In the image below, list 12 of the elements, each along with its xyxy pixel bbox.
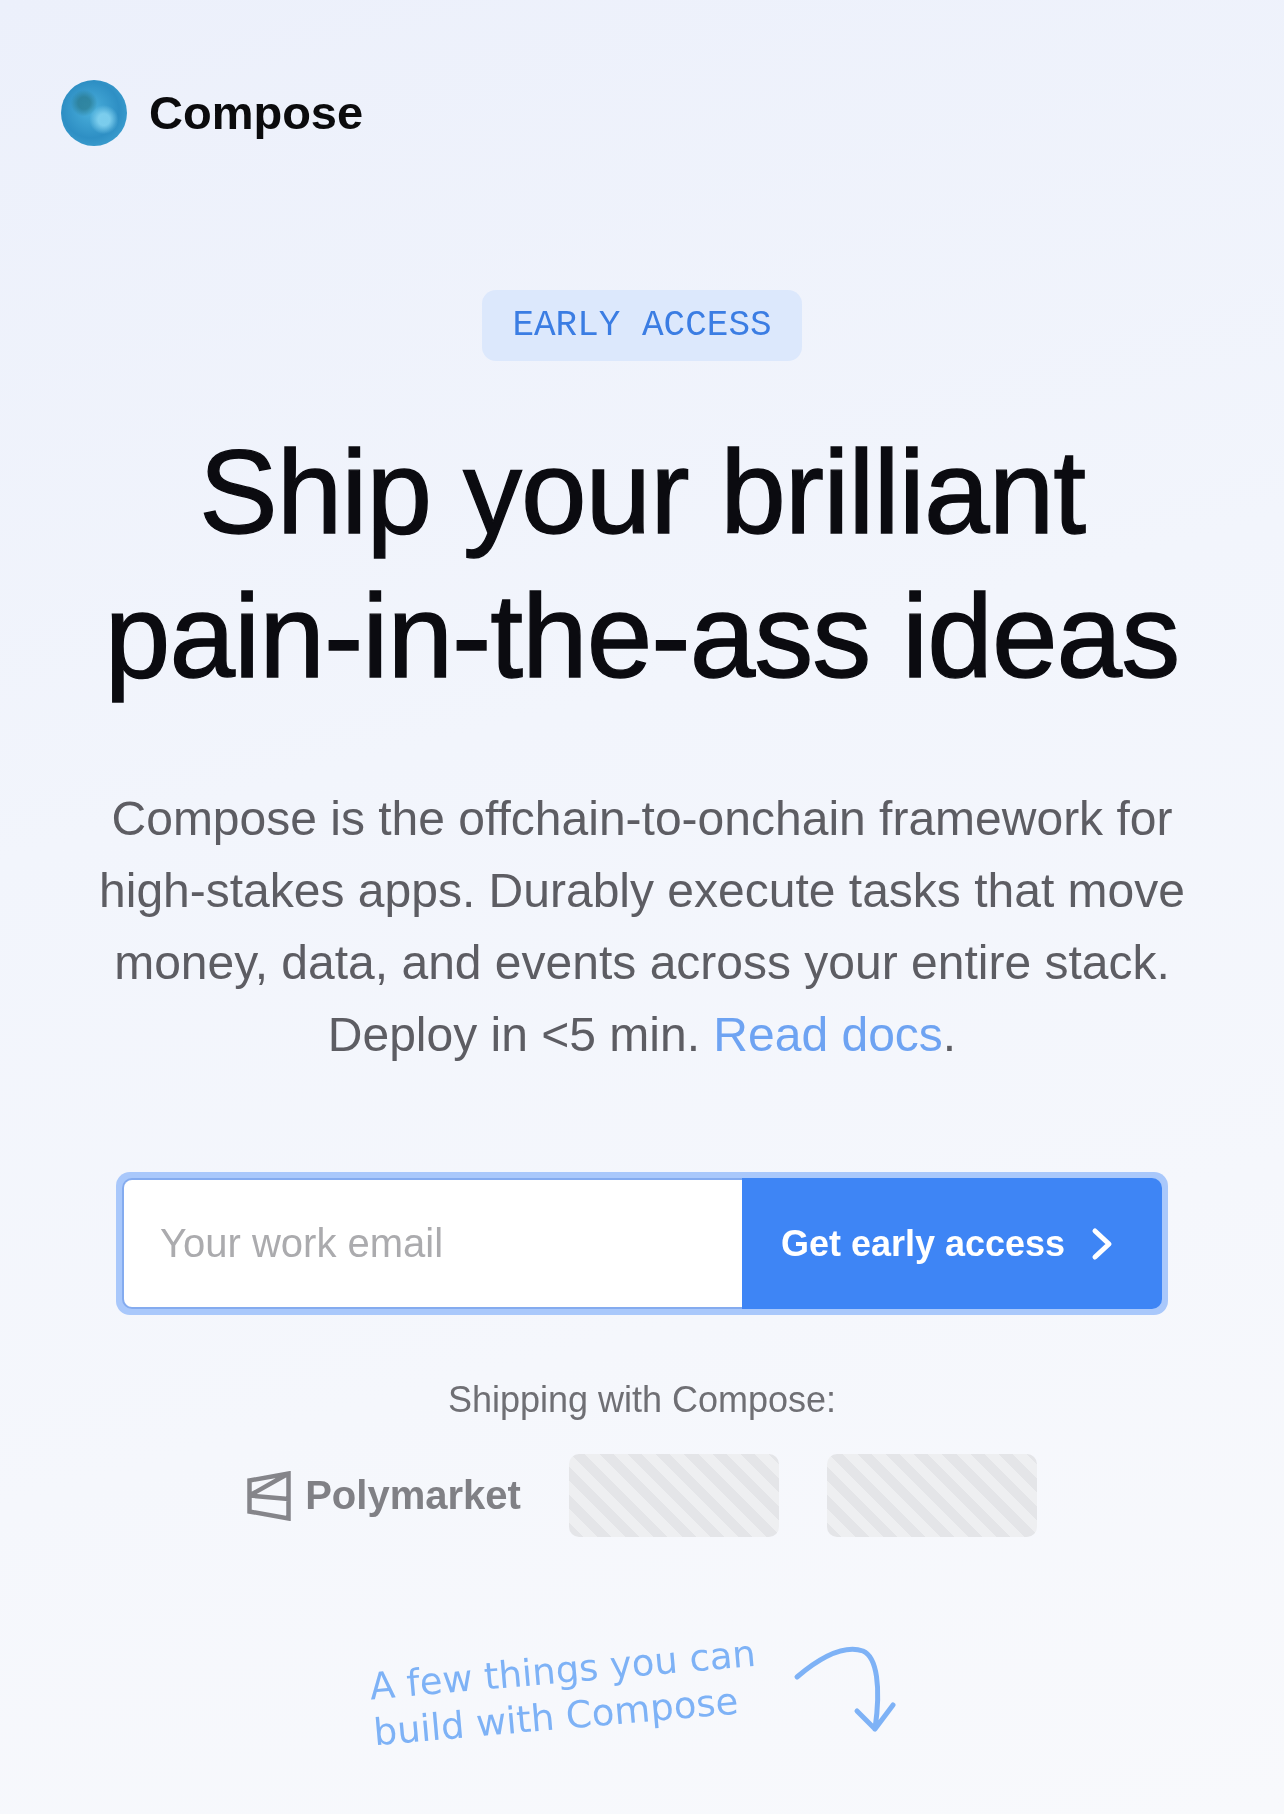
email-input[interactable]: Your work email (122, 1178, 742, 1309)
read-docs-link[interactable]: Read docs (713, 1008, 943, 1061)
brand-name[interactable]: Compose (149, 85, 364, 140)
description-text: Compose is the offchain-to-onchain framework for high-stakes apps. Durably execute tasks that move money, data, and events across your entire stack. Deploy in <5 min. Read docs. (98, 791, 1186, 1063)
handwritten-note: A few things you can build with Compose (367, 1630, 759, 1757)
hero-heading: Ship your brilliant pain-in-the-ass ideas (103, 425, 1181, 704)
early-access-badge: EARLY ACCESS (482, 290, 802, 361)
customer-name: Polymarket (305, 1473, 521, 1518)
folded-box-logo-icon (247, 1470, 292, 1521)
chevron-right-icon (1091, 1226, 1114, 1261)
get-early-access-button[interactable]: Get early access (742, 1178, 1162, 1309)
shipping-label: Shipping with Compose: (447, 1378, 837, 1422)
